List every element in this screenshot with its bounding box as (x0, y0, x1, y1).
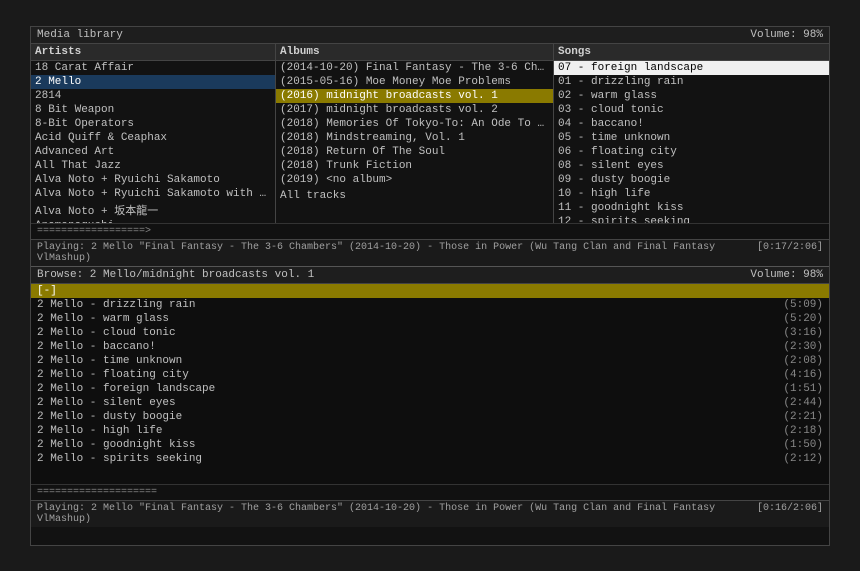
playlist-item-label: 2 Mello - baccano! (37, 341, 156, 353)
bottom-time: [0:16/2:06] (757, 503, 823, 525)
album-item[interactable]: (2015-05-16) Moe Money Moe Problems (276, 75, 553, 89)
song-item[interactable]: 12 - spirits seeking (554, 215, 829, 223)
artist-item[interactable]: Acid Quiff & Ceaphax (31, 131, 275, 145)
browse-title: Browse: 2 Mello/midnight broadcasts vol.… (37, 269, 314, 281)
bottom-progress-bar: ==================== (31, 484, 829, 500)
browse-panel: Browse: 2 Mello/midnight broadcasts vol.… (31, 267, 829, 527)
song-item[interactable]: 03 - cloud tonic (554, 103, 829, 117)
album-item[interactable]: (2017) midnight broadcasts vol. 2 (276, 103, 553, 117)
playlist-item[interactable]: 2 Mello - goodnight kiss (1:50) (31, 438, 829, 452)
song-item[interactable]: 10 - high life (554, 187, 829, 201)
playlist-item-duration: (5:20) (783, 313, 823, 325)
songs-column: Songs 07 - foreign landscape01 - drizzli… (554, 44, 829, 223)
playlist-item-duration: (5:09) (783, 299, 823, 311)
song-item[interactable]: 05 - time unknown (554, 131, 829, 145)
artists-column: Artists 18 Carat Affair2 Mello28148 Bit … (31, 44, 276, 223)
song-item[interactable]: 06 - floating city (554, 145, 829, 159)
bottom-now-playing: Playing: 2 Mello "Final Fantasy - The 3-… (37, 503, 757, 525)
bottom-volume: Volume: 98% (750, 269, 823, 281)
playlist-item-duration: (3:16) (783, 327, 823, 339)
playlist-item-duration: (2:21) (783, 411, 823, 423)
bottom-panel-header: Browse: 2 Mello/midnight broadcasts vol.… (31, 267, 829, 284)
playlist-item[interactable]: 2 Mello - dusty boogie (2:21) (31, 410, 829, 424)
artist-item[interactable]: All That Jazz (31, 159, 275, 173)
playlist-item-label: 2 Mello - foreign landscape (37, 383, 215, 395)
columns-container: Artists 18 Carat Affair2 Mello28148 Bit … (31, 44, 829, 223)
playlist-item-label: 2 Mello - floating city (37, 369, 189, 381)
media-library-title: Media library (37, 29, 123, 41)
playlist-item[interactable]: 2 Mello - warm glass (5:20) (31, 312, 829, 326)
playlist-item-label: 2 Mello - high life (37, 425, 162, 437)
song-item[interactable]: 08 - silent eyes (554, 159, 829, 173)
song-item[interactable]: 01 - drizzling rain (554, 75, 829, 89)
song-item[interactable]: 11 - goodnight kiss (554, 201, 829, 215)
album-item[interactable]: (2016) midnight broadcasts vol. 1 (276, 89, 553, 103)
artist-item[interactable]: Alva Noto + Ryuichi Sakamoto (31, 173, 275, 187)
playlist-item[interactable]: 2 Mello - silent eyes (2:44) (31, 396, 829, 410)
album-item[interactable]: (2019) <no album> (276, 173, 553, 187)
playlist-item-duration: (1:51) (783, 383, 823, 395)
playlist-item[interactable]: 2 Mello - drizzling rain (5:09) (31, 298, 829, 312)
top-progress-bar: ==================> (31, 223, 829, 239)
playlist-item[interactable]: 2 Mello - cloud tonic (3:16) (31, 326, 829, 340)
artist-item[interactable]: 2 Mello (31, 75, 275, 89)
playlist-item-duration: (4:16) (783, 369, 823, 381)
playlist-item-label: 2 Mello - goodnight kiss (37, 439, 195, 451)
album-item[interactable]: (2014-10-20) Final Fantasy - The 3-6 Cha… (276, 61, 553, 75)
albums-column: Albums (2014-10-20) Final Fantasy - The … (276, 44, 554, 223)
artist-item[interactable]: Alva Noto + 坂本龍一 (31, 201, 275, 219)
playlist-item-label: 2 Mello - time unknown (37, 355, 182, 367)
top-now-playing: Playing: 2 Mello "Final Fantasy - The 3-… (37, 242, 757, 264)
artist-item[interactable]: Alva Noto + Ryuichi Sakamoto with Ensemb… (31, 187, 275, 201)
playlist-item[interactable]: 2 Mello - time unknown (2:08) (31, 354, 829, 368)
song-item[interactable]: 02 - warm glass (554, 89, 829, 103)
playlist-header[interactable]: [-] (31, 284, 829, 298)
playlist-item[interactable]: 2 Mello - baccano! (2:30) (31, 340, 829, 354)
songs-header: Songs (554, 44, 829, 61)
artist-item[interactable]: 8 Bit Weapon (31, 103, 275, 117)
media-library-panel: Media library Volume: 98% Artists 18 Car… (31, 27, 829, 267)
song-item[interactable]: 04 - baccano! (554, 117, 829, 131)
artist-item[interactable]: 18 Carat Affair (31, 61, 275, 75)
playlist-item[interactable]: 2 Mello - foreign landscape (1:51) (31, 382, 829, 396)
albums-list: (2014-10-20) Final Fantasy - The 3-6 Cha… (276, 61, 553, 203)
artist-item[interactable]: 2814 (31, 89, 275, 103)
playlist-item-duration: (2:08) (783, 355, 823, 367)
top-panel-header: Media library Volume: 98% (31, 27, 829, 44)
album-item[interactable]: (2018) Trunk Fiction (276, 159, 553, 173)
albums-header: Albums (276, 44, 553, 61)
playlist-item-label: 2 Mello - warm glass (37, 313, 169, 325)
playlist-item-label: 2 Mello - dusty boogie (37, 411, 182, 423)
songs-list: 07 - foreign landscape01 - drizzling rai… (554, 61, 829, 223)
playlist-item[interactable]: 2 Mello - spirits seeking (2:12) (31, 452, 829, 466)
album-item[interactable]: (2018) Memories Of Tokyo-To: An Ode To J… (276, 117, 553, 131)
bottom-status-bar: Playing: 2 Mello "Final Fantasy - The 3-… (31, 500, 829, 527)
playlist-item[interactable]: 2 Mello - high life (2:18) (31, 424, 829, 438)
playlist-item-label: 2 Mello - drizzling rain (37, 299, 195, 311)
playlist-item-label: 2 Mello - silent eyes (37, 397, 176, 409)
playlist-item-label: 2 Mello - spirits seeking (37, 453, 202, 465)
artists-list: 18 Carat Affair2 Mello28148 Bit Weapon8-… (31, 61, 275, 223)
playlist-item-duration: (2:18) (783, 425, 823, 437)
album-item[interactable]: All tracks (276, 189, 553, 203)
artists-header: Artists (31, 44, 275, 61)
playlist-item-duration: (2:30) (783, 341, 823, 353)
song-item[interactable]: 09 - dusty boogie (554, 173, 829, 187)
artist-item[interactable]: Advanced Art (31, 145, 275, 159)
playlist-item-duration: (2:12) (783, 453, 823, 465)
playlist-item-duration: (2:44) (783, 397, 823, 409)
artist-item[interactable]: 8-Bit Operators (31, 117, 275, 131)
playlist-list: [-]2 Mello - drizzling rain(5:09)2 Mello… (31, 284, 829, 466)
top-volume: Volume: 98% (750, 29, 823, 41)
song-item[interactable]: 07 - foreign landscape (554, 61, 829, 75)
top-status-bar: Playing: 2 Mello "Final Fantasy - The 3-… (31, 239, 829, 266)
album-item[interactable]: (2018) Return Of The Soul (276, 145, 553, 159)
playlist-item-duration: (1:50) (783, 439, 823, 451)
top-time: [0:17/2:06] (757, 242, 823, 264)
album-item[interactable]: (2018) Mindstreaming, Vol. 1 (276, 131, 553, 145)
playlist-container: [-]2 Mello - drizzling rain(5:09)2 Mello… (31, 284, 829, 484)
playlist-item-label: 2 Mello - cloud tonic (37, 327, 176, 339)
playlist-item[interactable]: 2 Mello - floating city (4:16) (31, 368, 829, 382)
